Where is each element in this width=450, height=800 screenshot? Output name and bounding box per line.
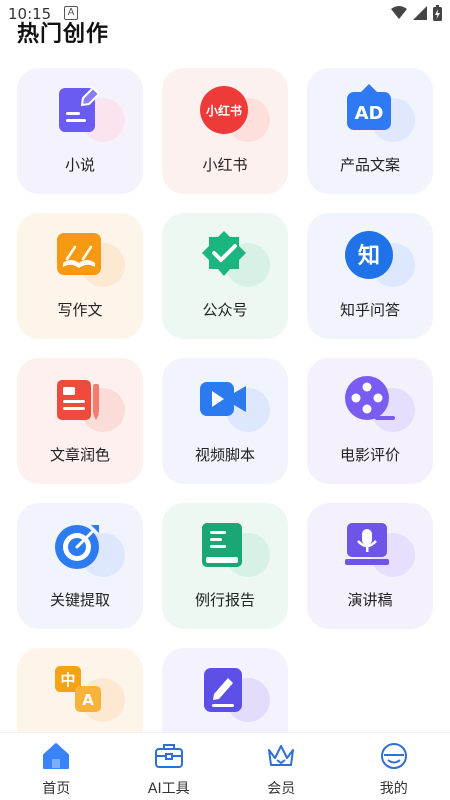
svg-text:A: A: [82, 691, 94, 709]
tab-label: 我的: [379, 781, 408, 797]
tab-profile-face[interactable]: 我的: [338, 733, 450, 800]
svg-text:小红书: 小红书: [206, 103, 242, 118]
tab-toolbox[interactable]: AI工具: [113, 733, 226, 800]
document-edit-icon: [204, 668, 242, 712]
page-title: 热门创作: [17, 22, 110, 47]
profile-face-icon: [380, 743, 407, 769]
card-report-book[interactable]: 例行报告: [162, 503, 288, 629]
ad-icon: AD: [347, 84, 391, 130]
crown-icon: [268, 745, 295, 766]
card-label: 关键提取: [49, 591, 110, 609]
card-label: 写作文: [57, 301, 103, 319]
card-label: 小红书: [202, 156, 248, 174]
card-label: 产品文案: [339, 156, 400, 174]
svg-text:知: 知: [358, 243, 380, 269]
card-label: 公众号: [202, 301, 248, 319]
signal-icon: [413, 6, 427, 20]
home-icon: [43, 743, 70, 769]
card-icon-wrap: [198, 374, 278, 434]
card-label: 文章润色: [49, 446, 110, 464]
tab-home[interactable]: 首页: [0, 733, 113, 800]
svg-text:中: 中: [60, 671, 75, 689]
battery-icon: [433, 5, 442, 21]
bottom-tab-bar: 首页 AI工具 会员 我的: [0, 732, 450, 800]
card-icon-wrap: [198, 519, 278, 579]
target-icon: [55, 525, 99, 569]
newspaper-pen-icon: [57, 380, 99, 420]
svg-text:AD: AD: [355, 103, 384, 124]
card-ad[interactable]: AD 产品文案: [307, 68, 433, 194]
status-icons: [391, 5, 442, 21]
toolbox-icon: [154, 744, 183, 768]
card-icon-wrap: 小红书: [198, 84, 278, 144]
film-reel-icon: [345, 376, 395, 420]
card-microphone-script[interactable]: 演讲稿: [307, 503, 433, 629]
zhihu-icon: 知: [345, 231, 393, 279]
pencil-note-icon: [59, 86, 101, 132]
wifi-icon: [391, 6, 407, 19]
card-label: 电影评价: [339, 446, 400, 464]
card-label: 视频脚本: [194, 446, 255, 464]
card-verified-badge[interactable]: 公众号: [162, 213, 288, 339]
tab-label: 会员: [267, 781, 296, 797]
card-label: 演讲稿: [347, 591, 393, 609]
card-video-camera[interactable]: 视频脚本: [162, 358, 288, 484]
card-xiaohongshu[interactable]: 小红书 小红书: [162, 68, 288, 194]
microphone-script-icon: [345, 523, 389, 565]
tab-label: 首页: [42, 781, 71, 797]
card-icon-wrap: 知: [343, 229, 423, 289]
card-icon-wrap: 中 A: [53, 664, 133, 724]
card-icon-wrap: [198, 664, 278, 724]
card-label: 知乎问答: [339, 301, 400, 319]
xiaohongshu-icon: 小红书: [200, 86, 248, 134]
video-camera-icon: [200, 382, 246, 416]
tab-label: AI工具: [147, 781, 190, 797]
card-icon-wrap: [53, 374, 133, 434]
card-icon-wrap: [198, 229, 278, 289]
card-open-book[interactable]: 写作文: [17, 213, 143, 339]
card-newspaper-pen[interactable]: 文章润色: [17, 358, 143, 484]
card-zhihu[interactable]: 知知乎问答: [307, 213, 433, 339]
card-icon-wrap: [343, 374, 423, 434]
card-icon-wrap: [53, 84, 133, 144]
card-icon-wrap: [53, 229, 133, 289]
card-target[interactable]: 关键提取: [17, 503, 143, 629]
report-book-icon: [202, 523, 242, 567]
card-label: 小说: [64, 156, 95, 174]
card-icon-wrap: AD: [343, 84, 423, 144]
card-icon-wrap: [53, 519, 133, 579]
verified-badge-icon: [202, 231, 246, 276]
translate-icon: 中 A: [55, 666, 101, 712]
tab-crown[interactable]: 会员: [225, 733, 338, 800]
card-film-reel[interactable]: 电影评价: [307, 358, 433, 484]
card-icon-wrap: [343, 519, 423, 579]
open-book-icon: [57, 233, 101, 275]
card-pencil-note[interactable]: 小说: [17, 68, 143, 194]
card-label: 例行报告: [194, 591, 255, 609]
